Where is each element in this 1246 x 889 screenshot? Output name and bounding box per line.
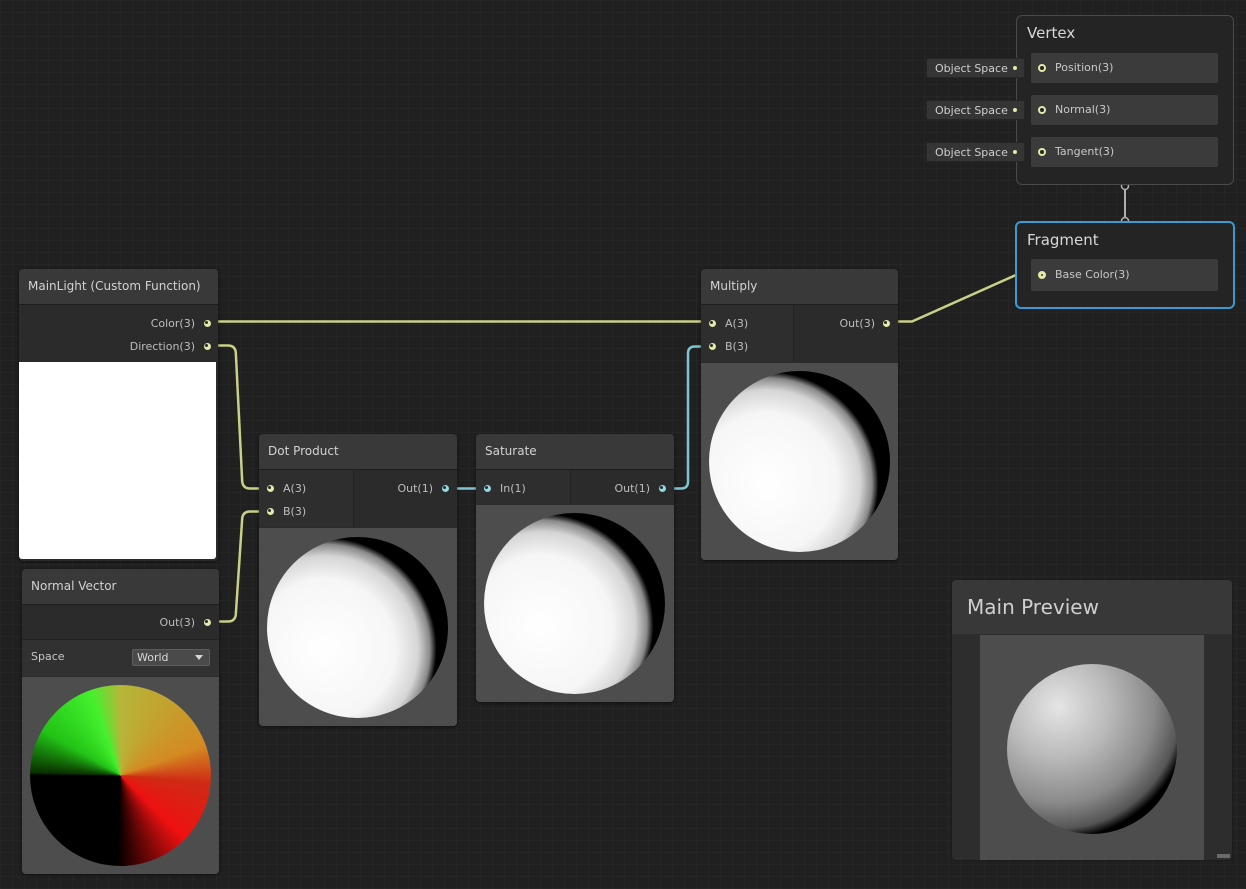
port-icon[interactable] bbox=[709, 343, 716, 350]
input-port-icon[interactable] bbox=[1038, 106, 1046, 114]
dropdown-arrow-icon bbox=[195, 655, 203, 660]
shader-graph-canvas[interactable]: Vertex Position(3) Normal(3) Tangent(3) … bbox=[0, 0, 1246, 889]
saturate-node[interactable]: Saturate In(1) Out(1) bbox=[476, 434, 674, 702]
fragment-stack[interactable]: Fragment Base Color(3) bbox=[1015, 221, 1235, 309]
input-port-icon[interactable] bbox=[1038, 271, 1046, 279]
direction-output-port[interactable]: Direction(3) bbox=[19, 335, 211, 359]
fragment-stack-title: Fragment bbox=[1027, 231, 1099, 249]
main-light-node[interactable]: MainLight (Custom Function) Color(3) Dir… bbox=[19, 269, 218, 561]
port-icon[interactable] bbox=[442, 485, 449, 492]
resize-handle-icon[interactable] bbox=[1217, 854, 1230, 858]
b-input-port[interactable]: B(3) bbox=[701, 335, 793, 359]
port-icon[interactable] bbox=[267, 508, 274, 515]
main-preview-header[interactable]: Main Preview bbox=[952, 580, 1232, 634]
lit-sphere-preview bbox=[709, 371, 890, 552]
fragment-base-color-block[interactable]: Base Color(3) bbox=[1031, 259, 1218, 291]
port-label: B(3) bbox=[725, 340, 749, 353]
space-label: Object Space bbox=[935, 146, 1008, 159]
normal-space-input[interactable]: Object Space bbox=[926, 100, 1025, 120]
space-control-row: Space World bbox=[22, 640, 219, 676]
wire-normal-to-dot-b[interactable] bbox=[212, 510, 266, 623]
out-output-port[interactable]: Out(3) bbox=[701, 312, 890, 336]
space-label: Object Space bbox=[935, 104, 1008, 117]
normal-vector-node[interactable]: Normal Vector Out(3) Space World bbox=[22, 569, 219, 874]
main-preview-sphere bbox=[1007, 664, 1177, 834]
node-title: MainLight (Custom Function) bbox=[19, 269, 218, 305]
lit-sphere-preview bbox=[484, 513, 665, 694]
port-icon[interactable] bbox=[659, 485, 666, 492]
main-preview-panel[interactable]: Main Preview bbox=[951, 579, 1233, 861]
port-icon bbox=[1013, 66, 1017, 70]
main-preview-viewport[interactable] bbox=[980, 635, 1204, 860]
lit-sphere-preview bbox=[267, 537, 448, 718]
wire-direction-to-dot-a[interactable] bbox=[212, 344, 266, 490]
port-icon[interactable] bbox=[204, 619, 211, 626]
dot-product-node[interactable]: Dot Product A(3) B(3) Out(1) bbox=[259, 434, 457, 726]
space-dropdown-value: World bbox=[137, 651, 169, 664]
node-preview bbox=[701, 363, 898, 560]
node-title: Normal Vector bbox=[22, 569, 219, 605]
node-preview bbox=[259, 528, 457, 726]
port-label: Out(1) bbox=[397, 482, 433, 495]
vertex-position-block[interactable]: Position(3) bbox=[1031, 53, 1218, 83]
block-label: Tangent(3) bbox=[1055, 145, 1115, 158]
block-label: Normal(3) bbox=[1055, 103, 1111, 116]
node-title: Dot Product bbox=[259, 434, 457, 470]
b-input-port[interactable]: B(3) bbox=[259, 500, 353, 524]
port-label: Out(3) bbox=[159, 616, 195, 629]
out-output-port[interactable]: Out(1) bbox=[476, 477, 666, 501]
node-preview bbox=[476, 505, 674, 702]
port-label: Out(3) bbox=[839, 317, 875, 330]
vertex-tangent-block[interactable]: Tangent(3) bbox=[1031, 137, 1218, 167]
port-icon[interactable] bbox=[883, 320, 890, 327]
normal-sphere-preview bbox=[30, 685, 211, 866]
block-label: Base Color(3) bbox=[1055, 268, 1130, 281]
port-icon[interactable] bbox=[204, 343, 211, 350]
port-icon bbox=[1013, 108, 1017, 112]
vertex-stack[interactable]: Vertex Position(3) Normal(3) Tangent(3) bbox=[1016, 15, 1234, 185]
node-preview bbox=[22, 677, 219, 874]
node-title: Multiply bbox=[701, 269, 898, 305]
position-space-input[interactable]: Object Space bbox=[926, 58, 1025, 78]
port-icon bbox=[1013, 150, 1017, 154]
vertex-stack-title: Vertex bbox=[1027, 24, 1076, 42]
node-title: Saturate bbox=[476, 434, 674, 470]
input-port-icon[interactable] bbox=[1038, 64, 1046, 72]
color-output-port[interactable]: Color(3) bbox=[19, 312, 211, 336]
port-label: Color(3) bbox=[150, 317, 195, 330]
input-port-icon[interactable] bbox=[1038, 148, 1046, 156]
out-output-port[interactable]: Out(3) bbox=[22, 611, 211, 635]
port-label: Out(1) bbox=[614, 482, 650, 495]
node-preview bbox=[19, 362, 216, 559]
block-label: Position(3) bbox=[1055, 61, 1114, 74]
space-dropdown[interactable]: World bbox=[132, 649, 210, 666]
port-label: Direction(3) bbox=[129, 340, 195, 353]
port-label: B(3) bbox=[283, 505, 307, 518]
space-label: Object Space bbox=[935, 62, 1008, 75]
space-label: Space bbox=[31, 650, 65, 663]
vertex-normal-block[interactable]: Normal(3) bbox=[1031, 95, 1218, 125]
out-output-port[interactable]: Out(1) bbox=[259, 477, 449, 501]
port-icon[interactable] bbox=[204, 320, 211, 327]
main-preview-title: Main Preview bbox=[967, 595, 1099, 619]
tangent-space-input[interactable]: Object Space bbox=[926, 142, 1025, 162]
multiply-node[interactable]: Multiply A(3) B(3) Out(3) bbox=[701, 269, 898, 560]
